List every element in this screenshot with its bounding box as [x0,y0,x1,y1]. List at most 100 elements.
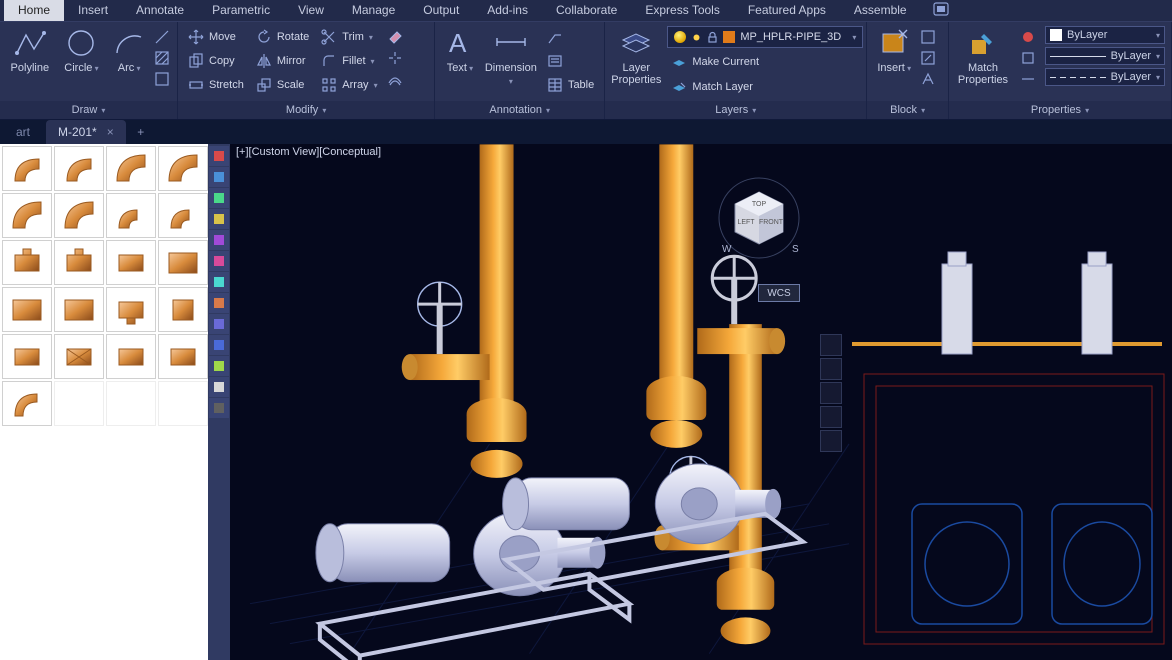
palette-fitting-4[interactable] [2,193,52,238]
toolstrip-btn-11[interactable] [209,377,229,397]
toolstrip-btn-5[interactable] [209,251,229,271]
menu-annotate[interactable]: Annotate [122,0,198,21]
palette-fitting-16[interactable] [2,334,52,379]
toolstrip-btn-3[interactable] [209,209,229,229]
polyline-button[interactable]: Polyline [6,26,54,101]
circle-button[interactable]: Circle [58,26,106,101]
drawing-canvas[interactable]: [+][Custom View][Conceptual] [230,144,1172,660]
palette-fitting-19[interactable] [158,334,208,379]
panel-layers-title[interactable]: Layers [605,101,866,119]
menu-home[interactable]: Home [4,0,64,21]
palette-fitting-10[interactable] [106,240,156,285]
file-tab-ghost[interactable]: art [4,120,42,144]
prop-tool3-icon[interactable] [1019,70,1037,88]
stretch-button[interactable]: Stretch [184,74,248,96]
panel-properties-title[interactable]: Properties [949,101,1171,119]
table-button[interactable]: Table [543,74,598,96]
linetype-combo[interactable]: ByLayer▾ [1045,68,1165,86]
toolstrip-btn-8[interactable] [209,314,229,334]
palette-fitting-5[interactable] [54,193,104,238]
erase-icon[interactable] [386,28,404,46]
fillet-button[interactable]: Fillet▾ [317,50,381,72]
toolstrip-btn-6[interactable] [209,272,229,292]
toolstrip-btn-12[interactable] [209,398,229,418]
panel-modify-title[interactable]: Modify [178,101,434,119]
new-tab-button[interactable]: + [130,120,152,144]
matchprops-button[interactable]: Match Properties [955,26,1011,101]
menu-collaborate[interactable]: Collaborate [542,0,631,21]
layerprops-button[interactable]: Layer Properties [611,26,661,101]
offset-icon[interactable] [386,70,404,88]
palette-fitting-11[interactable] [158,240,208,285]
edit-block-icon[interactable] [919,49,937,67]
array-button[interactable]: Array▾ [317,74,381,96]
viewport-2d[interactable] [852,144,1172,660]
explode-icon[interactable] [386,49,404,67]
wcs-badge[interactable]: WCS [758,284,800,302]
prop-tool2-icon[interactable] [1019,49,1037,67]
menu-manage[interactable]: Manage [338,0,409,21]
menu-featuredapps[interactable]: Featured Apps [734,0,840,21]
menu-assemble[interactable]: Assemble [840,0,921,21]
toolstrip-btn-10[interactable] [209,356,229,376]
lineweight-combo[interactable]: ByLayer▾ [1045,47,1165,65]
nav-wheel-button[interactable] [820,334,842,356]
layer-combo[interactable]: MP_HPLR-PIPE_3D ▾ [667,26,863,48]
toolstrip-btn-1[interactable] [209,167,229,187]
palette-fitting-3[interactable] [158,146,208,191]
viewcube[interactable]: TOP LEFT FRONT W S [714,178,804,268]
leader-button[interactable] [543,26,598,48]
toolstrip-btn-2[interactable] [209,188,229,208]
nav-zoom-button[interactable] [820,382,842,404]
palette-fitting-8[interactable] [2,240,52,285]
toolstrip-btn-7[interactable] [209,293,229,313]
palette-fitting-12[interactable] [2,287,52,332]
text-button[interactable]: A Text [441,26,478,101]
mirror-button[interactable]: Mirror [252,50,313,72]
palette-fitting-9[interactable] [54,240,104,285]
panel-block-title[interactable]: Block [867,101,948,119]
nav-pan-button[interactable] [820,358,842,380]
menu-insert[interactable]: Insert [64,0,122,21]
toolstrip-btn-4[interactable] [209,230,229,250]
palette-fitting-15[interactable] [158,287,208,332]
text2-button[interactable] [543,50,598,72]
dimension-button[interactable]: Dimension [483,26,539,101]
rotate-button[interactable]: Rotate [252,26,313,48]
create-block-icon[interactable] [919,28,937,46]
palette-fitting-7[interactable] [158,193,208,238]
palette-fitting-13[interactable] [54,287,104,332]
palette-fitting-1[interactable] [54,146,104,191]
panel-annotation-title[interactable]: Annotation [435,101,604,119]
palette-fitting-0[interactable] [2,146,52,191]
insert-button[interactable]: Insert [873,26,915,101]
nav-showmotion-button[interactable] [820,430,842,452]
menu-expresstools[interactable]: Express Tools [631,0,733,21]
palette-fitting-2[interactable] [106,146,156,191]
copy-button[interactable]: Copy [184,50,248,72]
matchlayer-button[interactable]: Match Layer [667,76,863,98]
close-tab-icon[interactable]: × [107,125,114,139]
menu-addins[interactable]: Add-ins [473,0,542,21]
line-icon[interactable] [153,28,171,46]
move-button[interactable]: Move [184,26,248,48]
menu-output[interactable]: Output [409,0,473,21]
prop-tool1-icon[interactable] [1019,28,1037,46]
help-icon[interactable] [933,0,949,21]
nav-orbit-button[interactable] [820,406,842,428]
palette-fitting-17[interactable] [54,334,104,379]
palette-fitting-6[interactable] [106,193,156,238]
menu-parametric[interactable]: Parametric [198,0,284,21]
region-icon[interactable] [153,70,171,88]
palette-fitting-20[interactable] [2,381,52,426]
file-tab-m201[interactable]: M-201* × [46,120,126,144]
makecurrent-button[interactable]: Make Current [667,51,863,73]
palette-fitting-18[interactable] [106,334,156,379]
menu-view[interactable]: View [284,0,338,21]
arc-button[interactable]: Arc [109,26,149,101]
hatch-icon[interactable] [153,49,171,67]
color-combo[interactable]: ByLayer▾ [1045,26,1165,44]
palette-fitting-14[interactable] [106,287,156,332]
toolstrip-btn-0[interactable] [209,146,229,166]
toolstrip-btn-9[interactable] [209,335,229,355]
